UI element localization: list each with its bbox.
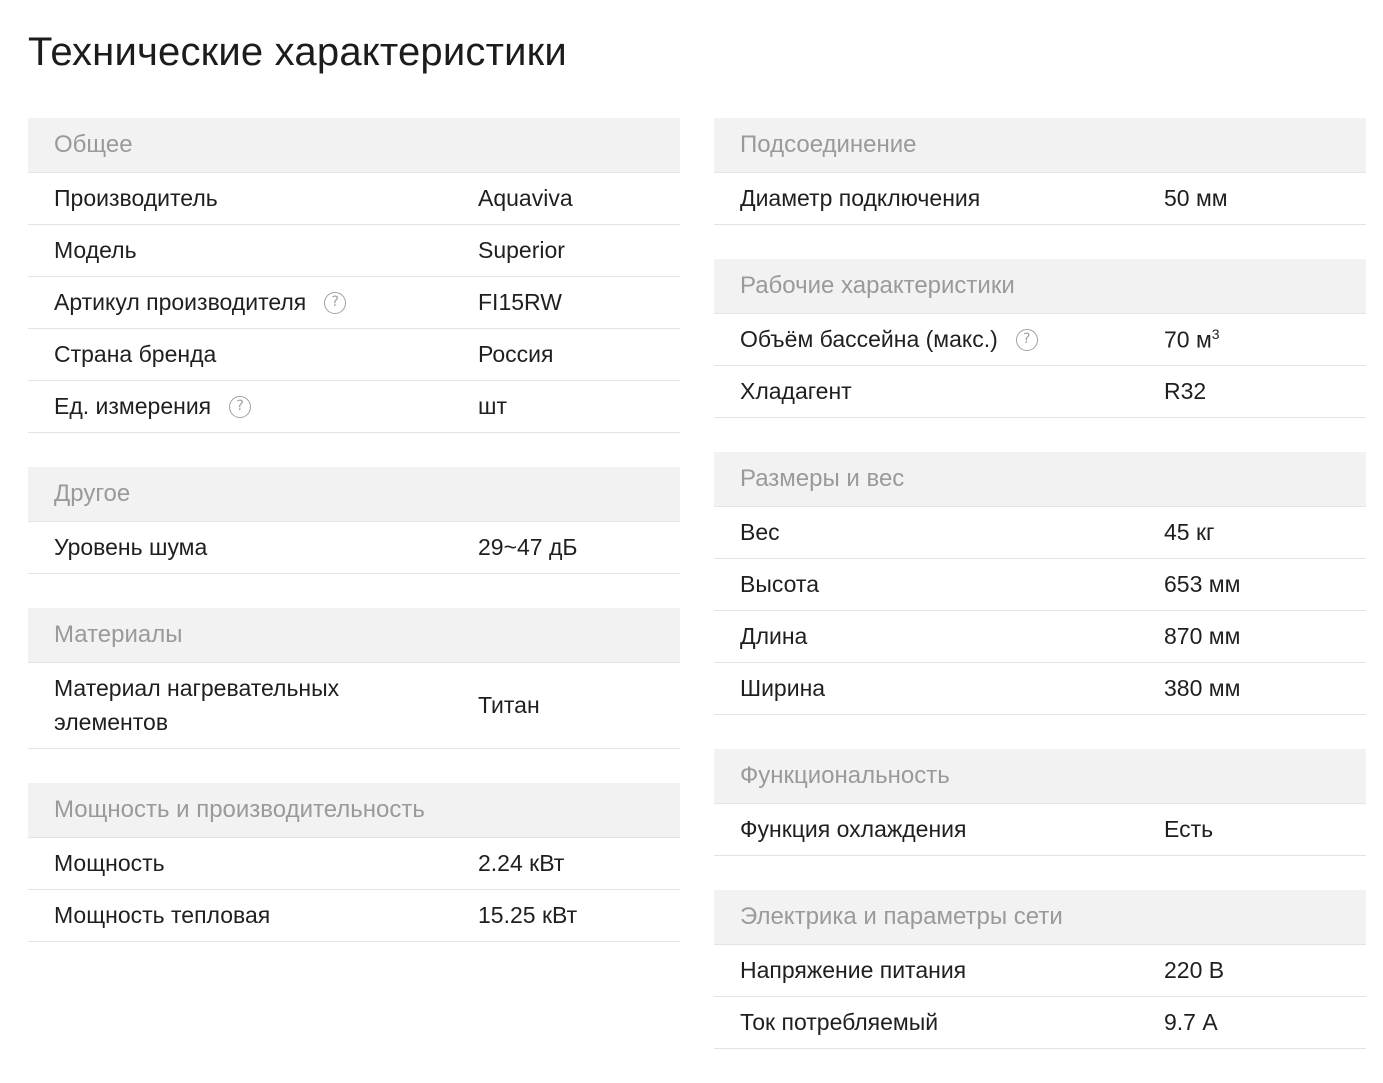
spec-label: Вес — [740, 519, 780, 546]
section-header: Подсоединение — [714, 118, 1366, 173]
spec-row-connection-diameter: Диаметр подключения 50 мм — [714, 173, 1366, 225]
specs-column-right: Подсоединение Диаметр подключения 50 мм … — [714, 118, 1366, 1083]
question-circle-icon[interactable]: ? — [324, 291, 347, 314]
spec-label: Материал нагревательных элементов — [54, 675, 340, 735]
spec-label: Ширина — [740, 675, 826, 702]
section-power: Мощность и производительность Мощность 2… — [28, 783, 680, 942]
spec-label: Уровень шума — [54, 534, 208, 561]
spec-row-width: Ширина 380 мм — [714, 663, 1366, 715]
spec-label: Функция охлаждения — [740, 816, 967, 843]
section-connection: Подсоединение Диаметр подключения 50 мм — [714, 118, 1366, 225]
spec-label: Производитель — [54, 185, 218, 212]
section-general: Общее Производитель Aquaviva Модель Supe… — [28, 118, 680, 433]
spec-label: Объём бассейна (макс.) ? — [740, 317, 1164, 362]
question-circle-icon[interactable]: ? — [229, 395, 252, 418]
spec-label: Длина — [740, 623, 808, 650]
section-electrical: Электрика и параметры сети Напряжение пи… — [714, 890, 1366, 1049]
spec-value: Россия — [478, 341, 554, 367]
spec-value: 2.24 кВт — [478, 850, 565, 876]
spec-value: шт — [478, 393, 507, 419]
spec-label: Диаметр подключения — [740, 185, 981, 212]
spec-value: R32 — [1164, 378, 1207, 404]
section-header: Мощность и производительность — [28, 783, 680, 838]
spec-row-heat-power: Мощность тепловая 15.25 кВт — [28, 890, 680, 942]
specs-page: Технические характеристики Общее Произво… — [0, 0, 1383, 1080]
spec-label: Хладагент — [740, 378, 852, 405]
spec-value: Есть — [1164, 816, 1214, 842]
spec-row-height: Высота 653 мм — [714, 559, 1366, 611]
spec-label: Ток потребляемый — [740, 1009, 939, 1036]
spec-row-noise: Уровень шума 29~47 дБ — [28, 522, 680, 574]
spec-value: 380 мм — [1164, 675, 1241, 701]
section-performance: Рабочие характеристики Объём бассейна (м… — [714, 259, 1366, 418]
question-circle-icon[interactable]: ? — [1015, 328, 1038, 351]
page-title: Технические характеристики — [28, 30, 567, 74]
spec-row-voltage: Напряжение питания 220 В — [714, 945, 1366, 997]
section-other: Другое Уровень шума 29~47 дБ — [28, 467, 680, 574]
spec-value: Титан — [478, 692, 540, 718]
spec-value: 9.7 А — [1164, 1009, 1218, 1035]
spec-value: 870 мм — [1164, 623, 1241, 649]
spec-value: 70 м3 — [1164, 325, 1220, 353]
specs-column-left: Общее Производитель Aquaviva Модель Supe… — [28, 118, 680, 976]
spec-row-brand-country: Страна бренда Россия — [28, 329, 680, 381]
spec-value: 15.25 кВт — [478, 902, 578, 928]
spec-label: Напряжение питания — [740, 957, 967, 984]
spec-value: Superior — [478, 237, 565, 263]
spec-row-pool-volume: Объём бассейна (макс.) ? 70 м3 — [714, 314, 1366, 366]
spec-value: 50 мм — [1164, 185, 1228, 211]
spec-value: 220 В — [1164, 957, 1225, 983]
section-materials: Материалы Материал нагревательных элемен… — [28, 608, 680, 749]
section-dimensions: Размеры и вес Вес 45 кг Высота 653 мм Дл… — [714, 452, 1366, 715]
section-header: Рабочие характеристики — [714, 259, 1366, 314]
spec-row-refrigerant: Хладагент R32 — [714, 366, 1366, 418]
section-header: Материалы — [28, 608, 680, 663]
spec-label: Мощность тепловая — [54, 902, 271, 929]
spec-row-length: Длина 870 мм — [714, 611, 1366, 663]
spec-row-weight: Вес 45 кг — [714, 507, 1366, 559]
spec-label: Страна бренда — [54, 341, 217, 368]
spec-label: Высота — [740, 571, 819, 598]
spec-row-heater-material: Материал нагревательных элементов Титан — [28, 663, 680, 749]
spec-value: 29~47 дБ — [478, 534, 578, 560]
spec-value: Aquaviva — [478, 185, 573, 211]
section-header: Электрика и параметры сети — [714, 890, 1366, 945]
spec-row-cooling: Функция охлаждения Есть — [714, 804, 1366, 856]
spec-row-model: Модель Superior — [28, 225, 680, 277]
spec-label: Модель — [54, 237, 137, 264]
section-functionality: Функциональность Функция охлаждения Есть — [714, 749, 1366, 856]
spec-value: 653 мм — [1164, 571, 1241, 597]
spec-row-power: Мощность 2.24 кВт — [28, 838, 680, 890]
spec-row-manufacturer: Производитель Aquaviva — [28, 173, 680, 225]
spec-label: Ед. измерения ? — [54, 384, 478, 429]
spec-value: 45 кг — [1164, 519, 1215, 545]
section-header: Размеры и вес — [714, 452, 1366, 507]
spec-row-unit: Ед. измерения ? шт — [28, 381, 680, 433]
spec-row-article: Артикул производителя ? FI15RW — [28, 277, 680, 329]
spec-value: FI15RW — [478, 289, 562, 315]
spec-label: Мощность — [54, 850, 165, 877]
spec-label: Артикул производителя ? — [54, 280, 478, 325]
section-header: Другое — [28, 467, 680, 522]
section-header: Функциональность — [714, 749, 1366, 804]
spec-row-current: Ток потребляемый 9.7 А — [714, 997, 1366, 1049]
section-header: Общее — [28, 118, 680, 173]
